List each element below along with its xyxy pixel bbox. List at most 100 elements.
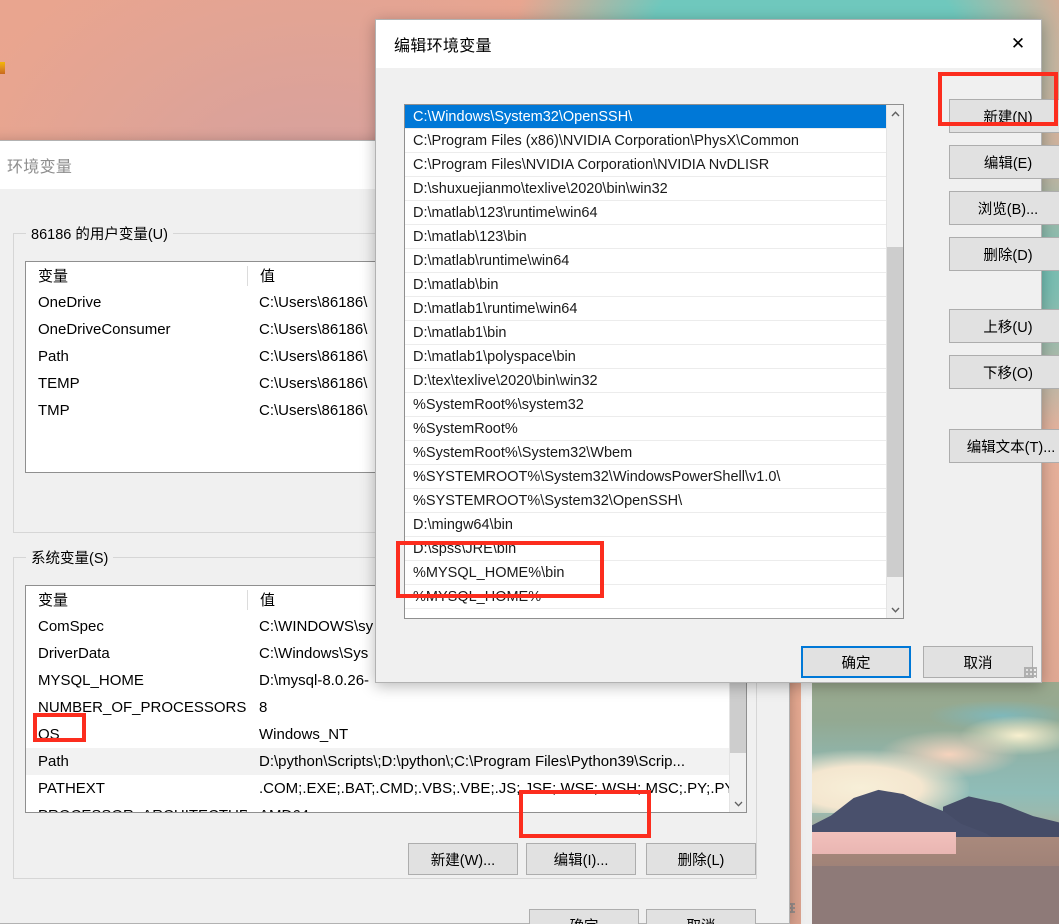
system-col-header-name: 变量	[38, 592, 69, 609]
table-row[interactable]: Path D:\python\Scripts\;D:\python\;C:\Pro…	[26, 748, 746, 775]
table-row[interactable]: OS Windows_NT	[26, 721, 746, 748]
edit-window-titlebar: 编辑环境变量 ✕	[376, 20, 1041, 68]
landscape-left-edge	[801, 682, 812, 924]
path-list-scrollbar[interactable]	[886, 105, 903, 618]
system-new-button[interactable]: 新建(W)...	[408, 843, 518, 875]
scroll-down-icon[interactable]	[730, 795, 746, 812]
variable-name-cell: DriverData	[38, 645, 110, 662]
desktop-icon-marker	[0, 62, 5, 74]
variable-name-cell: OS	[38, 726, 60, 743]
list-item[interactable]: D:\matlab\123\runtime\win64	[405, 201, 886, 225]
path-edit-button-label: 编辑(E)	[983, 155, 1033, 172]
variable-value-cell: 8	[259, 699, 268, 716]
table-row[interactable]: PATHEXT .COM;.EXE;.BAT;.CMD;.VBS;.VBE;.JS…	[26, 775, 746, 802]
path-move-up-button[interactable]: 上移(U)	[949, 309, 1059, 343]
list-item[interactable]: D:\mingw64\bin	[405, 513, 886, 537]
user-variables-legend: 86186 的用户变量(U)	[26, 223, 173, 244]
path-browse-button-label: 浏览(B)...	[977, 201, 1039, 218]
path-edit-button[interactable]: 编辑(E)	[949, 145, 1059, 179]
variable-name-cell: OneDriveConsumer	[38, 321, 171, 338]
list-item[interactable]: %SystemRoot%\system32	[405, 393, 886, 417]
path-new-button[interactable]: 新建(N)	[949, 99, 1059, 133]
variable-name-cell: Path	[38, 348, 69, 365]
path-new-button-label: 新建(N)	[983, 109, 1033, 126]
list-item[interactable]: D:\matlab1\runtime\win64	[405, 297, 886, 321]
path-move-up-button-label: 上移(U)	[983, 319, 1033, 336]
list-item[interactable]: %MYSQL_HOME%\bin	[405, 561, 886, 585]
variable-name-cell: Path	[38, 753, 69, 770]
system-col-header-value: 值	[247, 589, 275, 610]
system-new-button-label: 新建(W)...	[430, 852, 496, 869]
table-row[interactable]: PROCESSOR_ARCHITECTUREAMD64	[26, 802, 746, 812]
list-item[interactable]: C:\Program Files\NVIDIA Corporation\NVID…	[405, 153, 886, 177]
list-item[interactable]: %SystemRoot%\System32\Wbem	[405, 441, 886, 465]
variable-name-cell: MYSQL_HOME	[38, 672, 144, 689]
env-ok-button[interactable]: 确定	[529, 909, 639, 924]
path-action-buttons: 新建(N) 编辑(E) 浏览(B)... 删除(D) 上移(U) 下移(O) 编…	[949, 99, 1059, 475]
system-edit-button[interactable]: 编辑(I)...	[526, 843, 636, 875]
env-cancel-button[interactable]: 取消	[646, 909, 756, 924]
env-ok-button-label: 确定	[570, 915, 599, 924]
variable-name-cell: TEMP	[38, 375, 80, 392]
edit-cancel-button-label: 取消	[963, 655, 993, 672]
env-window-title: 环境变量	[7, 159, 73, 176]
list-item[interactable]: D:\matlab\123\bin	[405, 225, 886, 249]
path-edit-text-button[interactable]: 编辑文本(T)...	[949, 429, 1059, 463]
list-item[interactable]: D:\matlab\runtime\win64	[405, 249, 886, 273]
scroll-down-icon[interactable]	[887, 601, 903, 618]
user-col-header-value: 值	[247, 265, 275, 286]
landscape-foreground	[801, 865, 1059, 924]
path-delete-button[interactable]: 删除(D)	[949, 237, 1059, 271]
variable-name-cell: PATHEXT	[38, 780, 105, 797]
variable-name-cell: PROCESSOR_ARCHITECTURE	[26, 807, 247, 812]
list-item[interactable]: C:\Program Files (x86)\NVIDIA Corporatio…	[405, 129, 886, 153]
system-delete-button[interactable]: 删除(L)	[646, 843, 756, 875]
path-entries-rows: C:\Windows\System32\OpenSSH\ C:\Program F…	[405, 105, 886, 618]
variable-name-cell: ComSpec	[38, 618, 104, 635]
path-edit-text-button-label: 编辑文本(T)...	[966, 439, 1056, 456]
edit-ok-button-label: 确定	[841, 655, 871, 672]
list-item[interactable]: %SystemRoot%	[405, 417, 886, 441]
system-delete-button-label: 删除(L)	[677, 852, 725, 869]
close-icon-glyph: ✕	[1010, 34, 1026, 53]
user-col-header-name: 变量	[38, 268, 69, 285]
path-delete-button-label: 删除(D)	[983, 247, 1033, 264]
list-item[interactable]: %SYSTEMROOT%\System32\OpenSSH\	[405, 489, 886, 513]
path-browse-button[interactable]: 浏览(B)...	[949, 191, 1059, 225]
variable-name-cell: TMP	[38, 402, 70, 419]
landscape-pink-band	[801, 832, 956, 854]
list-item[interactable]: D:\tex\texlive\2020\bin\win32	[405, 369, 886, 393]
scroll-up-icon[interactable]	[887, 105, 903, 122]
path-move-down-button[interactable]: 下移(O)	[949, 355, 1059, 389]
variable-value-cell: AMD64	[247, 807, 746, 812]
list-item[interactable]: D:\matlab1\polyspace\bin	[405, 345, 886, 369]
variable-value-cell: Windows_NT	[259, 726, 349, 743]
edit-ok-button[interactable]: 确定	[801, 646, 911, 678]
list-item[interactable]: %MYSQL_HOME%	[405, 585, 886, 609]
list-item[interactable]: D:\matlab1\bin	[405, 321, 886, 345]
button-group-spacer-2	[949, 401, 1059, 429]
env-cancel-button-label: 取消	[687, 915, 716, 924]
edit-window-title: 编辑环境变量	[394, 38, 492, 55]
edit-environment-variable-window[interactable]: 编辑环境变量 ✕ C:\Windows\System32\OpenSSH\ C:\…	[375, 19, 1059, 683]
variable-value-cell: .COM;.EXE;.BAT;.CMD;.VBS;.VBE;.JS;.JSE;.…	[259, 780, 746, 797]
path-entries-listbox[interactable]: C:\Windows\System32\OpenSSH\ C:\Program F…	[404, 104, 904, 619]
edit-cancel-button[interactable]: 取消	[923, 646, 1033, 678]
resize-grip-icon[interactable]	[1024, 667, 1037, 678]
list-item[interactable]: %SYSTEMROOT%\System32\WindowsPowerShell\…	[405, 465, 886, 489]
variable-name-cell: NUMBER_OF_PROCESSORS	[38, 699, 247, 716]
system-variables-legend: 系统变量(S)	[26, 547, 114, 568]
edit-window-body: C:\Windows\System32\OpenSSH\ C:\Program F…	[376, 68, 1059, 682]
list-item[interactable]: C:\Windows\System32\OpenSSH\	[405, 105, 886, 129]
close-icon[interactable]: ✕	[995, 20, 1041, 68]
path-move-down-button-label: 下移(O)	[983, 365, 1033, 382]
button-group-spacer-1	[949, 283, 1059, 309]
list-item[interactable]: D:\shuxuejianmo\texlive\2020\bin\win32	[405, 177, 886, 201]
scroll-thumb[interactable]	[887, 247, 903, 577]
variable-name-cell: OneDrive	[38, 294, 102, 311]
table-row[interactable]: NUMBER_OF_PROCESSORS 8	[26, 694, 746, 721]
list-item[interactable]: D:\matlab\bin	[405, 273, 886, 297]
variable-value-cell: D:\python\Scripts\;D:\python\;C:\Program…	[259, 753, 686, 770]
list-item[interactable]	[405, 609, 886, 618]
list-item[interactable]: D:\spss\JRE\bin	[405, 537, 886, 561]
